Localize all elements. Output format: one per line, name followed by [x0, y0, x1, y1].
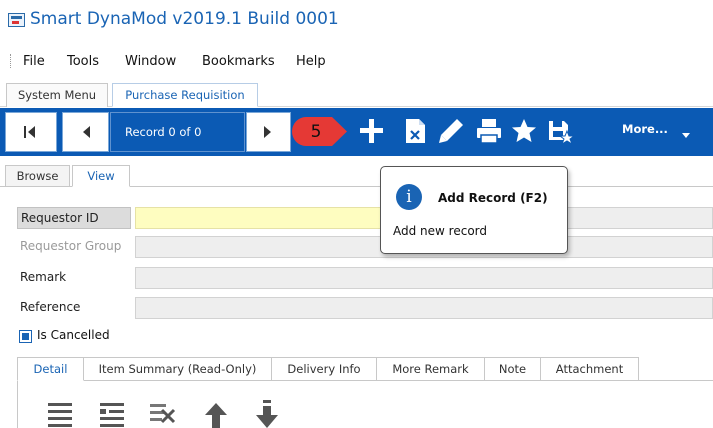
first-record-button[interactable]: [5, 112, 57, 152]
move-down-icon: [256, 400, 278, 428]
menu-window[interactable]: Window: [125, 54, 176, 69]
tooltip-title: Add Record (F2): [438, 191, 548, 205]
menu-bookmarks[interactable]: Bookmarks: [202, 54, 275, 69]
requestor-id-label: Requestor ID: [17, 207, 131, 229]
menu-grip: [10, 54, 12, 68]
more-dropdown[interactable]: [680, 126, 692, 138]
menu-tools[interactable]: Tools: [67, 54, 99, 69]
tab-view[interactable]: View: [72, 165, 130, 187]
remark-label: Remark: [20, 270, 67, 284]
tab-note[interactable]: Note: [485, 357, 541, 381]
record-status: Record 0 of 0: [110, 112, 245, 152]
edit-record-button[interactable]: [436, 116, 466, 146]
add-row-icon: [100, 403, 124, 427]
tab-delivery-info[interactable]: Delivery Info: [272, 357, 377, 381]
tab-more-remark[interactable]: More Remark: [377, 357, 485, 381]
is-cancelled-label: Is Cancelled: [37, 328, 110, 342]
save-icon: [549, 121, 576, 146]
print-button[interactable]: [474, 116, 504, 146]
add-icon: [360, 119, 383, 143]
move-up-button[interactable]: [201, 400, 231, 428]
clear-rows-button[interactable]: [147, 400, 177, 428]
bookmark-star-icon: [512, 119, 536, 142]
reference-field[interactable]: [135, 297, 713, 319]
previous-record-button[interactable]: [62, 112, 109, 152]
add-record-button[interactable]: [357, 116, 387, 146]
menu-file[interactable]: File: [23, 54, 45, 69]
print-icon: [477, 119, 501, 144]
add-record-tooltip: [380, 166, 568, 254]
tab-purchase-requisition[interactable]: Purchase Requisition: [112, 83, 258, 107]
tab-detail[interactable]: Detail: [17, 357, 84, 381]
add-row-button[interactable]: [97, 400, 127, 428]
remark-field[interactable]: [135, 267, 713, 289]
tab-item-summary[interactable]: Item Summary (Read-Only): [84, 357, 272, 381]
requestor-group-label: Requestor Group: [20, 239, 122, 253]
step-badge-number: 5: [310, 122, 322, 142]
detail-panel-border: [17, 381, 18, 428]
clear-rows-icon: [150, 404, 176, 424]
chevron-down-icon: [682, 133, 690, 138]
reference-label: Reference: [20, 300, 81, 314]
insert-row-icon: [48, 403, 72, 427]
move-down-button[interactable]: [252, 400, 282, 428]
edit-icon: [439, 119, 463, 143]
bookmark-button[interactable]: [509, 116, 539, 146]
move-up-icon: [205, 403, 227, 428]
tab-system-menu[interactable]: System Menu: [6, 83, 108, 107]
delete-record-button[interactable]: [401, 116, 431, 146]
tooltip-description: Add new record: [393, 224, 487, 238]
save-button[interactable]: [545, 116, 576, 146]
app-title: Smart DynaMod v2019.1 Build 0001: [30, 9, 339, 29]
menu-help[interactable]: Help: [296, 54, 326, 69]
delete-icon: [406, 119, 425, 143]
tab-attachment[interactable]: Attachment: [541, 357, 639, 381]
tab-browse[interactable]: Browse: [5, 165, 70, 187]
first-record-icon: [24, 126, 35, 138]
app-icon: [8, 13, 25, 27]
previous-record-icon: [83, 126, 90, 138]
more-menu-button[interactable]: More...: [622, 122, 668, 136]
more-label: More...: [622, 122, 668, 136]
requestor-id-field[interactable]: [135, 207, 385, 229]
next-record-button[interactable]: [246, 112, 291, 152]
insert-row-button[interactable]: [45, 400, 75, 428]
next-record-icon: [264, 126, 271, 138]
info-icon: i: [396, 184, 422, 210]
is-cancelled-checkbox[interactable]: [19, 330, 32, 343]
